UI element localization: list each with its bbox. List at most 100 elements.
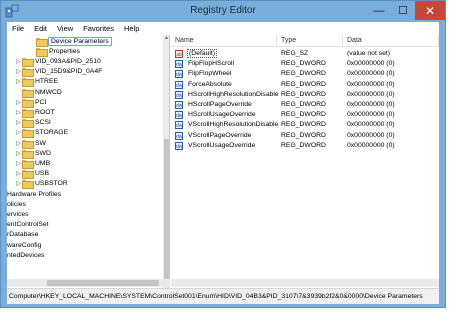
tree-item[interactable]: ▷ STORAGE: [15, 128, 69, 139]
column-header-type[interactable]: Type: [277, 35, 343, 47]
menu-edit[interactable]: Edit: [29, 24, 52, 33]
tree-item[interactable]: NMWCD: [15, 87, 62, 98]
folder-icon: [36, 47, 48, 57]
value-row[interactable]: dw HScrollUsageOverride REG_DWORD 0x0000000…: [171, 110, 439, 120]
tree-item[interactable]: entControlSet: [7, 220, 49, 230]
value-row[interactable]: ab (Default) REG_SZ (value not set): [171, 49, 439, 59]
menu-favorites[interactable]: Favorites: [78, 24, 119, 33]
background-area: [0, 308, 474, 325]
value-data: 0x00000000 (0): [347, 60, 395, 68]
tree-item[interactable]: ▷ UMB: [15, 158, 50, 169]
value-data: 0x00000000 (0): [347, 90, 395, 98]
value-type: REG_DWORD: [281, 60, 326, 68]
expand-arrow-icon[interactable]: ▷: [15, 119, 22, 126]
tree-vertical-scrollbar[interactable]: ▲ ▼: [163, 35, 169, 288]
tree-item[interactable]: Device Parameters: [29, 36, 112, 47]
tree-item[interactable]: ntedDevices: [7, 250, 44, 260]
value-type: REG_DWORD: [281, 101, 326, 108]
value-data: 0x00000000 (0): [347, 70, 395, 78]
tree-item[interactable]: ▷ SCSI: [15, 118, 51, 129]
folder-icon: [22, 57, 34, 67]
folder-icon: [22, 119, 34, 129]
column-header-data[interactable]: Data: [343, 35, 439, 47]
menu-file[interactable]: File: [7, 24, 29, 33]
folder-icon: [22, 68, 34, 78]
tree-item[interactable]: ▷ VID_093A&PID_2510: [15, 56, 101, 67]
value-type: REG_DWORD: [281, 111, 326, 119]
value-row[interactable]: dw HScrollPageOverride REG_DWORD 0x00000000…: [171, 100, 439, 110]
value-data: 0x00000000 (0): [347, 141, 395, 149]
scroll-thumb[interactable]: [164, 139, 169, 279]
value-row[interactable]: dw FlipFlopHScroll REG_DWORD 0x00000000 (0): [171, 59, 439, 69]
dword-value-icon: dw: [175, 121, 183, 130]
tree-item[interactable]: ▷ SWD: [15, 148, 51, 159]
expand-arrow-icon[interactable]: ▷: [15, 170, 22, 177]
value-name: FlipFlopHScroll: [188, 60, 235, 68]
expand-arrow-icon[interactable]: ▷: [15, 99, 22, 106]
dword-value-icon: dw: [175, 141, 183, 150]
value-name: ForceAbsolute: [188, 80, 232, 88]
expand-arrow-icon[interactable]: ▷: [15, 129, 22, 136]
values-horizontal-scrollbar[interactable]: [171, 279, 439, 287]
minimize-button[interactable]: —: [367, 1, 391, 20]
expand-arrow-icon[interactable]: ▷: [15, 109, 22, 116]
expand-arrow-icon[interactable]: ▷: [15, 140, 22, 147]
value-data: 0x00000000 (0): [347, 111, 395, 119]
tree-item-label: ervices: [7, 210, 29, 218]
tree-item-label: entControlSet: [7, 221, 49, 229]
value-data: 0x00000000 (0): [347, 131, 395, 139]
value-row[interactable]: dw FlipFlopWheel REG_DWORD 0x00000000 (0): [171, 69, 439, 79]
folder-icon: [22, 139, 34, 149]
folder-icon: [36, 37, 48, 47]
expand-arrow-icon[interactable]: ▷: [15, 78, 22, 85]
tree-item[interactable]: ▷ HTREE: [15, 77, 58, 88]
tree-item[interactable]: ervices: [7, 209, 29, 219]
expand-arrow-icon[interactable]: ▷: [15, 180, 22, 187]
expand-arrow-icon[interactable]: ▷: [15, 150, 22, 157]
value-name: HScrollUsageOverride: [188, 111, 256, 119]
value-row[interactable]: dw HScrollHighResolutionDisable REG_DWORD 0…: [171, 90, 439, 100]
registry-tree[interactable]: ntedDevices wareConfig rDatabase entControl…: [7, 35, 170, 288]
value-row[interactable]: dw ForceAbsolute REG_DWORD 0x00000000 (0): [171, 80, 439, 90]
value-name: VScrollHighResolutionDisable: [188, 121, 279, 129]
tree-item[interactable]: ▷ ROOT: [15, 107, 55, 118]
value-name: (Default): [186, 49, 218, 58]
tree-item-label: SCSI: [35, 119, 51, 127]
menu-view[interactable]: View: [52, 24, 78, 33]
close-button[interactable]: ✕: [415, 1, 445, 20]
title-bar[interactable]: Registry Editor — ☐ ✕: [1, 1, 445, 22]
tree-item[interactable]: ▷ PCI: [15, 97, 46, 108]
expand-arrow-icon[interactable]: ▷: [15, 58, 22, 65]
tree-item[interactable]: ▷ USB: [15, 169, 49, 180]
tree-item[interactable]: ▷ VID_15D9&PID_0A4F: [15, 67, 102, 78]
tree-item[interactable]: ▷ SW: [15, 138, 46, 149]
tree-item[interactable]: olicies: [7, 199, 26, 209]
tree-item-label: STORAGE: [35, 129, 69, 137]
expand-arrow-icon[interactable]: ▷: [15, 68, 22, 75]
folder-icon: [22, 129, 34, 139]
tree-item[interactable]: Properties: [29, 46, 80, 57]
tree-horizontal-scrollbar[interactable]: [7, 279, 170, 287]
value-name: VScrollUsageOverride: [188, 141, 256, 149]
tree-item[interactable]: ▷ USBSTOR: [15, 179, 68, 190]
folder-icon: [22, 98, 34, 108]
value-row[interactable]: dw VScrollPageOverride REG_DWORD 0x00000000…: [171, 131, 439, 141]
column-header-name[interactable]: Name: [171, 35, 277, 47]
tree-item-label: wareConfig: [7, 241, 42, 249]
tree-item[interactable]: rDatabase: [7, 230, 38, 240]
menu-bar: File Edit View Favorites Help: [7, 22, 439, 34]
expand-arrow-icon[interactable]: ▷: [15, 160, 22, 167]
status-bar-path: Computer\HKEY_LOCAL_MACHINE\SYSTEM\Contr…: [7, 288, 439, 304]
tree-item[interactable]: wareConfig: [7, 240, 41, 250]
tree-item[interactable]: Hardware Profiles: [7, 189, 61, 199]
menu-help[interactable]: Help: [119, 24, 144, 33]
scroll-thumb[interactable]: [47, 280, 159, 286]
value-row[interactable]: dw VScrollUsageOverride REG_DWORD 0x0000000…: [171, 141, 439, 151]
scroll-up-icon[interactable]: ▲: [163, 35, 169, 42]
value-row[interactable]: dw VScrollHighResolutionDisable REG_DWORD 0…: [171, 120, 439, 130]
maximize-button[interactable]: ☐: [391, 1, 415, 20]
values-list[interactable]: Name Type Data ab (Default) REG_SZ (value n…: [171, 35, 439, 279]
tree-item-label: SW: [35, 139, 46, 147]
tree-item-label: USB: [35, 170, 49, 178]
dword-value-icon: dw: [175, 70, 183, 79]
